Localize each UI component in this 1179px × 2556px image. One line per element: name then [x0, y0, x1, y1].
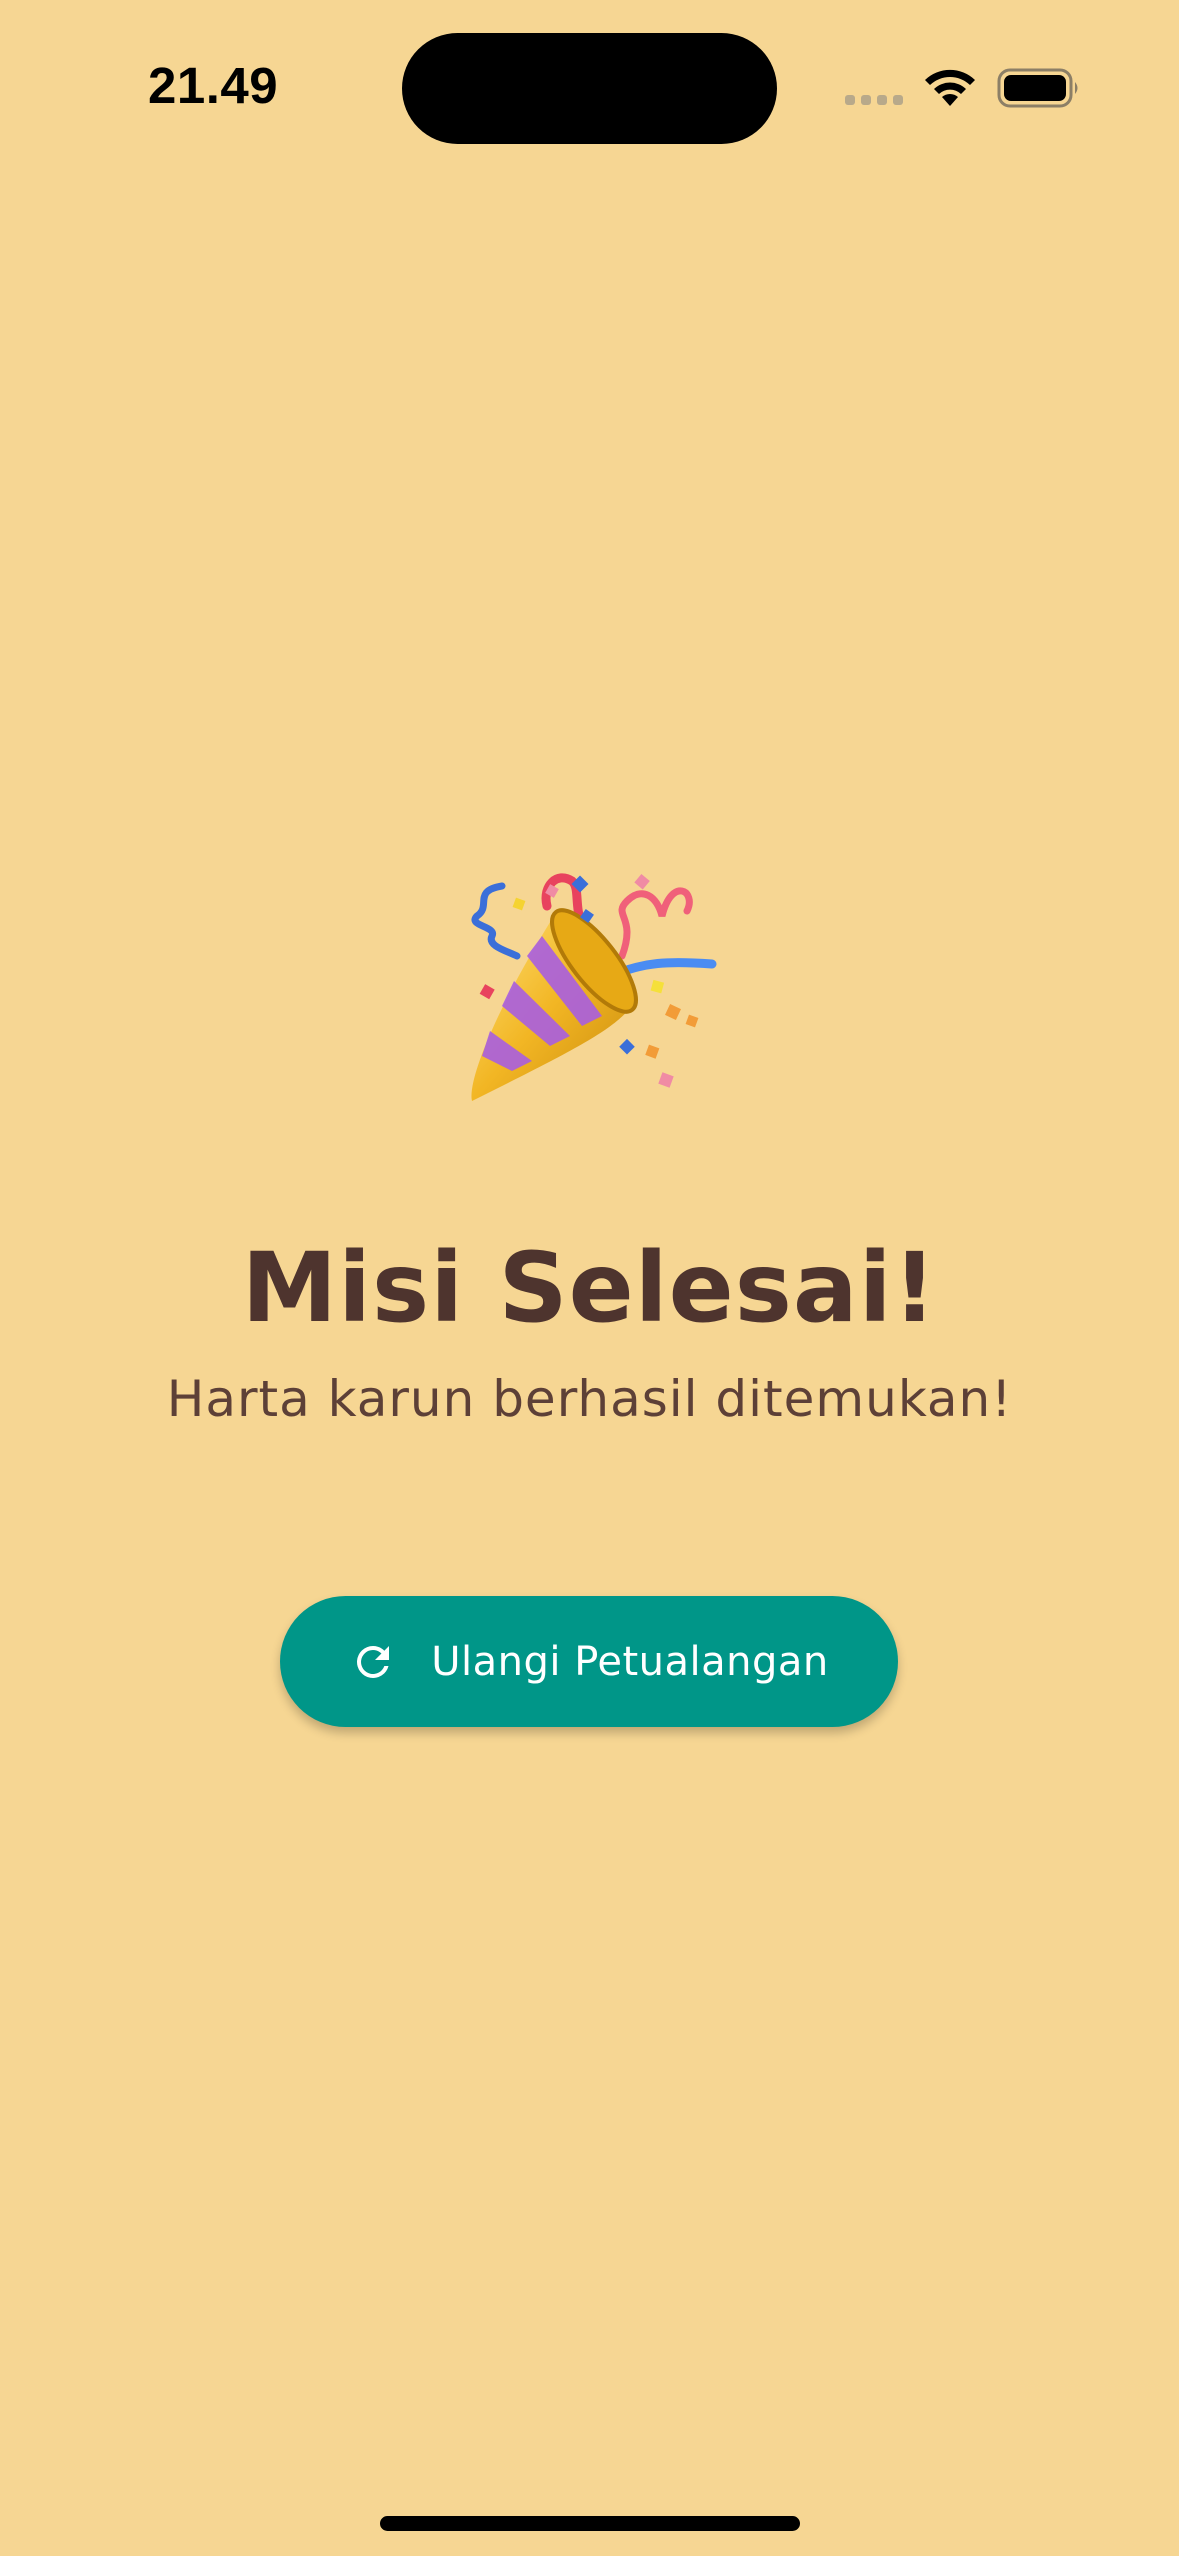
battery-icon [997, 68, 1078, 108]
status-bar: 21.49 [0, 0, 1179, 175]
wifi-icon [925, 69, 975, 106]
status-time: 21.49 [148, 57, 279, 114]
cellular-signal-icon [845, 95, 903, 105]
home-indicator[interactable] [380, 2516, 800, 2531]
dynamic-island [402, 33, 777, 144]
party-popper-icon [471, 873, 717, 1101]
restart-adventure-label: Ulangi Petualangan [431, 1638, 829, 1685]
restart-adventure-button[interactable]: Ulangi Petualangan [280, 1596, 898, 1727]
page-title: Misi Selesai! [241, 1232, 938, 1344]
page-subtitle: Harta karun berhasil ditemukan! [166, 1370, 1013, 1428]
refresh-icon [357, 1645, 390, 1678]
